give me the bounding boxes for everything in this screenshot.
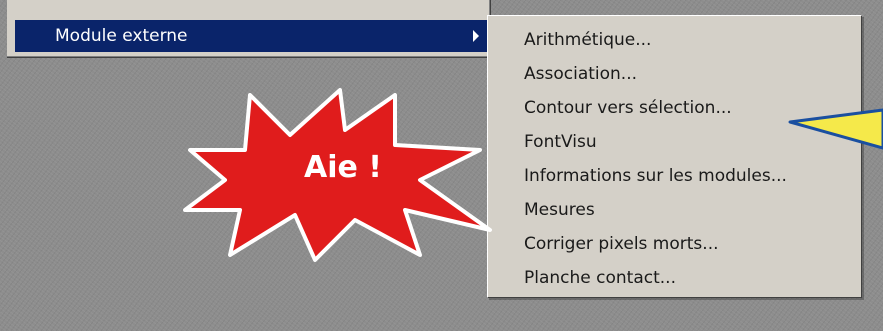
callout-pointer-shape (788, 108, 883, 150)
submenu-item-informations-modules[interactable]: Informations sur les modules... (524, 163, 787, 189)
parent-menu: Module externe (7, 0, 491, 58)
submenu-arrow-icon (473, 30, 479, 42)
submenu-item-planche-contact[interactable]: Planche contact... (524, 265, 676, 291)
menu-item-label: Module externe (55, 26, 188, 46)
menu-item-module-externe[interactable]: Module externe (15, 20, 489, 52)
submenu-item-association[interactable]: Association... (524, 61, 637, 87)
submenu-item-fontvisu[interactable]: FontVisu (524, 129, 597, 155)
submenu-item-corriger-pixels-morts[interactable]: Corriger pixels morts... (524, 231, 719, 257)
starburst-text: Aie ! (304, 150, 382, 185)
submenu-item-contour-vers-selection[interactable]: Contour vers sélection... (524, 95, 732, 121)
callout-pointer (788, 108, 883, 150)
submenu-item-arithmetique[interactable]: Arithmétique... (524, 27, 651, 53)
submenu-item-mesures[interactable]: Mesures (524, 197, 595, 223)
aie-starburst-annotation: Aie ! (183, 88, 492, 262)
